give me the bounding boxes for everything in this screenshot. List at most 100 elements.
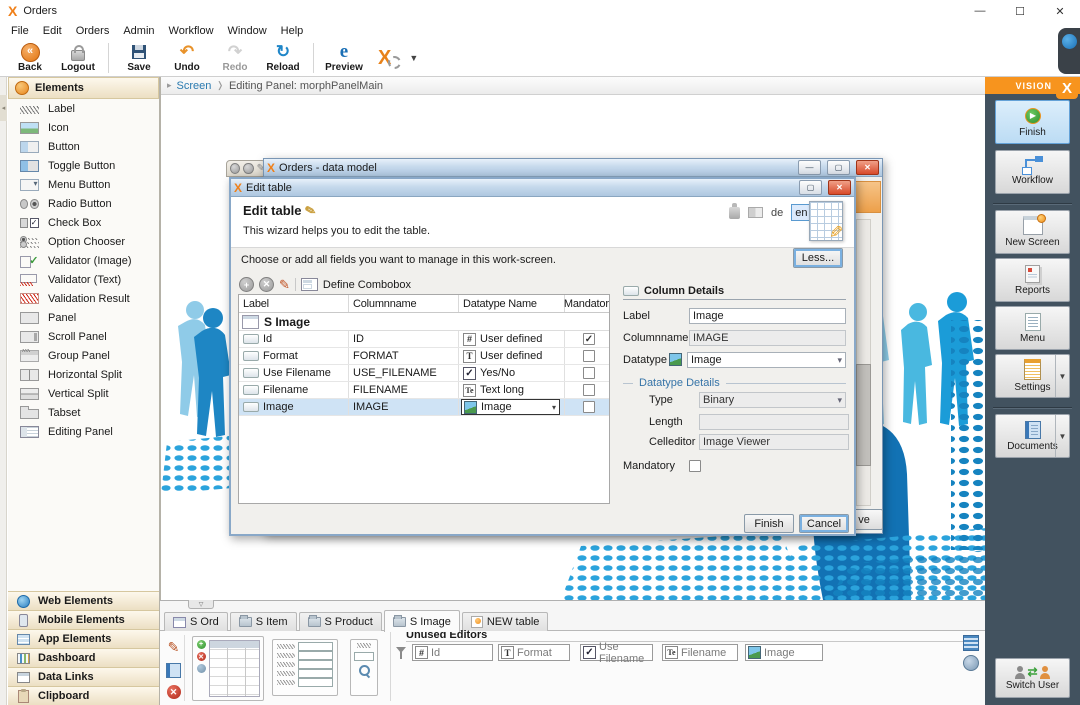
mandatory-checkbox[interactable] (583, 401, 595, 413)
palette-item-icon[interactable]: Icon (8, 118, 159, 137)
floating-panel-handle[interactable] (1058, 28, 1080, 74)
maximize-icon[interactable]: ☐ (1000, 0, 1040, 22)
menu-button[interactable]: Menu (995, 306, 1070, 350)
stamp-icon[interactable] (729, 207, 740, 219)
mandatory-checkbox[interactable] (583, 350, 595, 362)
scrollbar-thumb[interactable] (856, 364, 871, 466)
workflow-sidebar-button[interactable]: Workflow (995, 150, 1070, 194)
mandatory-checkbox[interactable] (583, 367, 595, 379)
table-row[interactable]: Id ID User defined (239, 331, 609, 348)
reports-button[interactable]: Reports (995, 258, 1070, 302)
tab-s-ord[interactable]: S Ord (164, 612, 228, 631)
palette-item-validator-image[interactable]: Validator (Image) (8, 251, 159, 270)
accordion-mobile-elements[interactable]: Mobile Elements (8, 610, 159, 629)
palette-item-scroll-panel[interactable]: Scroll Panel (8, 327, 159, 346)
palette-item-tabset[interactable]: Tabset (8, 403, 159, 422)
column-header-datatype[interactable]: Datatype Name (459, 295, 565, 312)
palette-item-vertical-split[interactable]: Vertical Split (8, 384, 159, 403)
table-row[interactable]: Use Filename USE_FILENAME Yes/No (239, 365, 609, 382)
accordion-data-links[interactable]: Data Links (8, 667, 159, 686)
filter-icon[interactable] (396, 647, 406, 653)
elements-panel-header[interactable]: Elements (8, 77, 159, 99)
settings-dropdown-arrow[interactable]: ▼ (1055, 355, 1069, 397)
save-button[interactable]: Save (116, 41, 162, 75)
palette-item-label[interactable]: Label (8, 99, 159, 118)
column-header-columnname[interactable]: Columnname (349, 295, 459, 312)
remove-circle-icon[interactable]: ✕ (259, 277, 274, 292)
palette-item-group-panel[interactable]: Group Panel (8, 346, 159, 365)
unused-editor-filename[interactable]: Filename (662, 644, 738, 661)
edit-pencil-icon[interactable]: ✎ (279, 277, 290, 293)
table-layout-preview[interactable]: + ✕ (192, 636, 264, 701)
tab-s-item[interactable]: S Item (230, 612, 297, 631)
tab-s-product[interactable]: S Product (299, 612, 382, 631)
unused-editor-id[interactable]: Id (412, 644, 493, 661)
finish-sidebar-button[interactable]: Finish (995, 100, 1070, 144)
close-icon[interactable]: ✕ (856, 160, 879, 175)
edit-pencil-icon[interactable]: ✎ (168, 639, 180, 656)
minimize-icon[interactable]: — (798, 160, 821, 175)
menu-window[interactable]: Window (221, 25, 274, 37)
language-de[interactable]: de (771, 207, 783, 219)
form-layout-preview[interactable] (272, 639, 338, 696)
accordion-clipboard[interactable]: Clipboard (8, 686, 159, 705)
palette-item-toggle-button[interactable]: Toggle Button (8, 156, 159, 175)
back-button[interactable]: Back (7, 41, 53, 75)
menu-workflow[interactable]: Workflow (162, 25, 221, 37)
breadcrumb-root[interactable]: Screen (177, 80, 212, 92)
switch-user-button[interactable]: Switch User (995, 658, 1070, 698)
notebook-icon[interactable] (166, 663, 181, 678)
define-combobox-button[interactable]: Define Combobox (323, 279, 411, 291)
table-group-row[interactable]: S Image (239, 313, 609, 331)
unused-editor-use-filename[interactable]: Use Filename (580, 644, 653, 661)
new-screen-button[interactable]: New Screen (995, 210, 1070, 254)
less-button[interactable]: Less... (793, 248, 843, 268)
palette-item-check-box[interactable]: Check Box (8, 213, 159, 232)
mandatory-checkbox[interactable] (583, 384, 595, 396)
close-icon[interactable]: ✕ (828, 180, 851, 195)
menu-edit[interactable]: Edit (36, 25, 69, 37)
visionx-menu-button[interactable]: X ▼ (378, 47, 418, 70)
palette-item-validator-text[interactable]: Validator (Text) (8, 270, 159, 289)
label-input[interactable] (689, 308, 846, 324)
mandatory-checkbox[interactable] (583, 333, 595, 345)
edit-table-titlebar[interactable]: X Edit table ▢ ✕ (231, 179, 854, 197)
flag-icon[interactable] (748, 207, 763, 218)
dropdown-arrow-icon[interactable]: ▼ (409, 53, 418, 63)
palette-item-button[interactable]: Button (8, 137, 159, 156)
accordion-app-elements[interactable]: App Elements (8, 629, 159, 648)
table-row-selected[interactable]: Image IMAGE Image (239, 399, 609, 416)
tab-s-image[interactable]: S Image (384, 610, 460, 632)
globe-icon[interactable] (963, 655, 979, 671)
palette-item-menu-button[interactable]: Menu Button (8, 175, 159, 194)
notebook-icon[interactable] (963, 635, 979, 651)
maximize-icon[interactable]: ▢ (827, 160, 850, 175)
accordion-dashboard[interactable]: Dashboard (8, 648, 159, 667)
palette-item-horizontal-split[interactable]: Horizontal Split (8, 365, 159, 384)
sidebar-collapse-handle[interactable]: ◂ (0, 95, 7, 121)
datatype-dropdown[interactable]: Image (687, 352, 846, 368)
palette-item-option-chooser[interactable]: Option Chooser (8, 232, 159, 251)
reload-button[interactable]: Reload (260, 41, 306, 75)
close-icon[interactable]: ✕ (1040, 0, 1080, 22)
menu-file[interactable]: File (4, 25, 36, 37)
palette-item-editing-panel[interactable]: Editing Panel (8, 422, 159, 441)
column-header-label[interactable]: Label (239, 295, 349, 312)
unused-editor-format[interactable]: Format (498, 644, 570, 661)
palette-item-validation-result[interactable]: Validation Result (8, 289, 159, 308)
undo-button[interactable]: Undo (164, 41, 210, 75)
menu-orders[interactable]: Orders (69, 25, 117, 37)
menu-help[interactable]: Help (274, 25, 311, 37)
preview-button[interactable]: Preview (321, 41, 367, 75)
settings-button[interactable]: Settings ▼ (995, 354, 1070, 398)
search-layout-preview[interactable] (350, 639, 378, 696)
delete-icon[interactable]: ✕ (167, 685, 181, 699)
menu-admin[interactable]: Admin (116, 25, 161, 37)
unused-editor-image[interactable]: Image (745, 644, 823, 661)
documents-dropdown-arrow[interactable]: ▼ (1055, 415, 1069, 457)
cancel-button[interactable]: Cancel (799, 514, 849, 533)
minimize-icon[interactable]: — (960, 0, 1000, 22)
logout-button[interactable]: Logout (55, 41, 101, 75)
palette-item-panel[interactable]: Panel (8, 308, 159, 327)
add-circle-icon[interactable]: + (239, 277, 254, 292)
